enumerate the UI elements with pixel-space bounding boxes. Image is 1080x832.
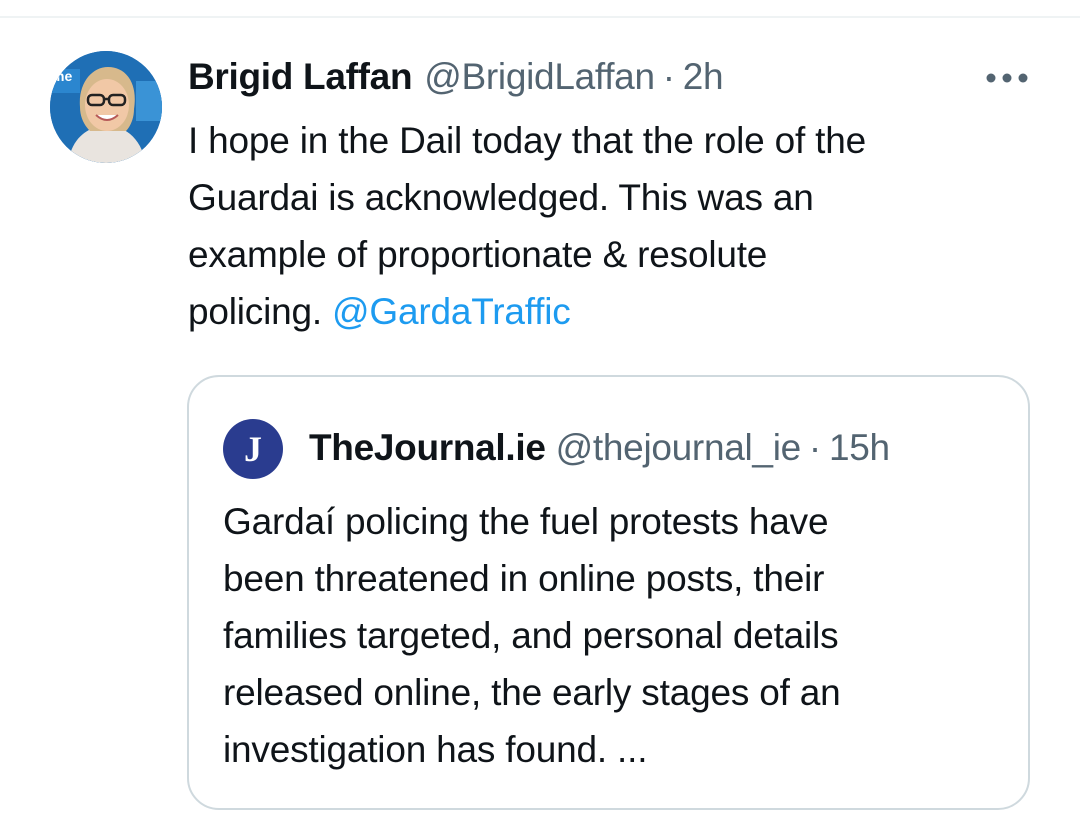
quoted-tweet-card[interactable]: J TheJournal.ie @thejournal_ie · 15h Gar… xyxy=(187,375,1030,810)
tweet-timestamp[interactable]: 2h xyxy=(683,56,724,98)
dot-separator: · xyxy=(662,56,675,97)
tweet-header: Brigid Laffan @BrigidLaffan · 2h xyxy=(188,52,724,102)
tweet-text-line: policing. @GardaTraffic xyxy=(188,283,1048,340)
tweet-text: I hope in the Dail today that the role o… xyxy=(188,112,1048,340)
top-divider xyxy=(0,16,1080,18)
more-horizontal-icon xyxy=(986,73,1028,83)
quoted-text-line: released online, the early stages of an xyxy=(223,672,841,713)
tweet-text-line: example of proportionate & resolute xyxy=(188,234,768,275)
quoted-author-name[interactable]: TheJournal.ie xyxy=(309,427,546,469)
profile-photo: me xyxy=(50,51,162,163)
quoted-text-line: been threatened in online posts, their xyxy=(223,558,825,599)
quoted-author-avatar[interactable]: J xyxy=(223,419,283,479)
mention-link[interactable]: @GardaTraffic xyxy=(332,291,571,332)
quoted-dot-separator: · xyxy=(808,427,821,468)
author-name[interactable]: Brigid Laffan xyxy=(188,56,413,98)
more-options-button[interactable] xyxy=(982,60,1032,96)
quoted-text-line: families targeted, and personal details xyxy=(223,615,839,656)
quoted-author-handle[interactable]: @thejournal_ie xyxy=(556,427,802,469)
tweet-text-line: Guardai is acknowledged. This was an xyxy=(188,177,814,218)
tweet-text-fragment: policing. xyxy=(188,291,322,332)
author-handle[interactable]: @BrigidLaffan xyxy=(424,56,655,98)
svg-text:me: me xyxy=(52,68,72,84)
quoted-tweet-header: TheJournal.ie @thejournal_ie · 15h xyxy=(309,423,890,473)
quoted-text-line: investigation has found. ... xyxy=(223,729,648,770)
quoted-tweet-text: Gardaí policing the fuel protests have b… xyxy=(223,493,1013,778)
quoted-tweet-timestamp[interactable]: 15h xyxy=(829,427,890,469)
quoted-text-line: Gardaí policing the fuel protests have xyxy=(223,501,829,542)
journal-logo-icon: J xyxy=(244,429,262,469)
tweet-text-line: I hope in the Dail today that the role o… xyxy=(188,120,867,161)
author-avatar[interactable]: me xyxy=(50,51,162,163)
